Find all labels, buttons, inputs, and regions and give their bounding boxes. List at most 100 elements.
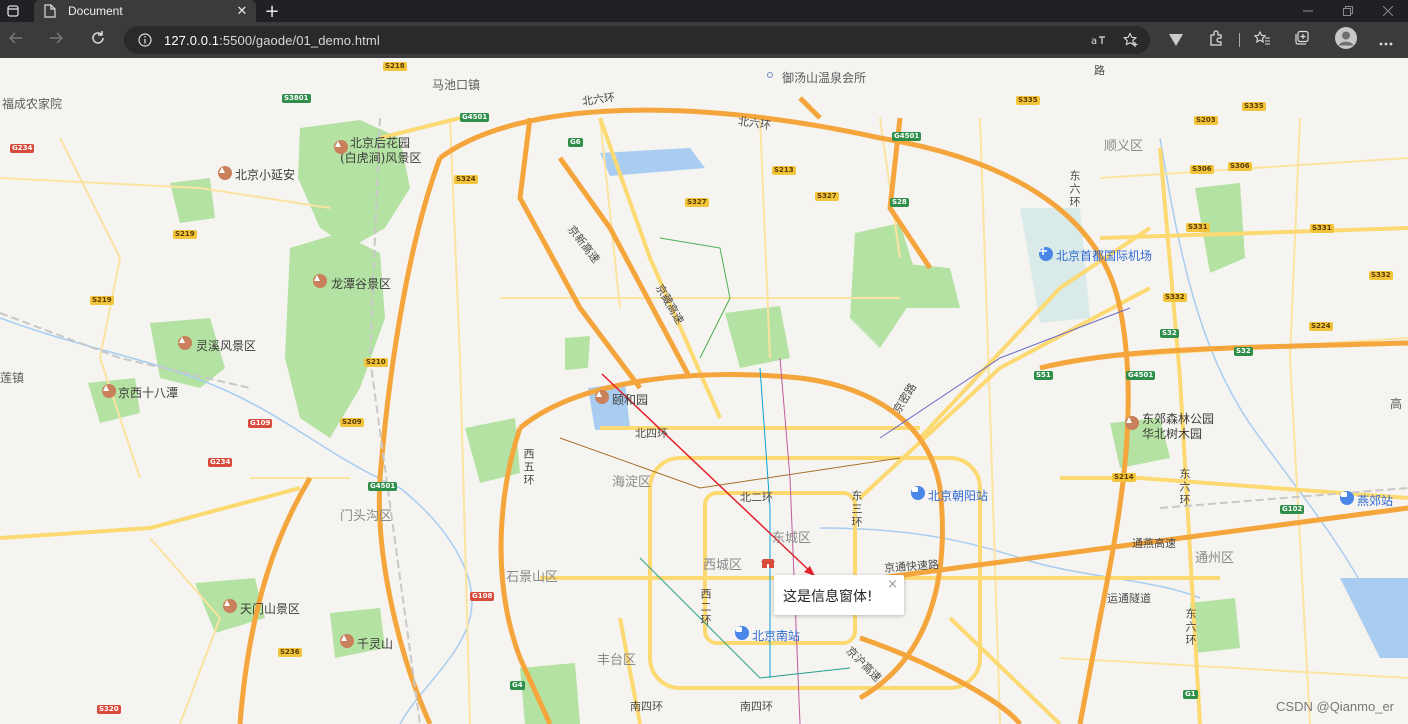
label-haidian: 海淀区 <box>612 475 652 490</box>
label-yutang: 御汤山温泉会所 <box>782 71 867 85</box>
label-machikou: 马池口镇 <box>432 78 481 92</box>
station-pin-icon[interactable] <box>735 626 749 640</box>
label-yiheyuan: 颐和园 <box>612 393 649 407</box>
route-shield: S203 <box>1194 116 1218 125</box>
label-road-yuntong: 运通隧道 <box>1107 592 1151 605</box>
scenic-pin-icon[interactable] <box>223 599 237 613</box>
refresh-icon <box>90 30 106 50</box>
label-road-dong6-a: 东六环 <box>1068 170 1081 209</box>
label-xicheng: 西城区 <box>703 558 743 573</box>
extension-v-button[interactable] <box>1162 26 1190 54</box>
label-airport: 北京首都国际机场 <box>1056 249 1153 263</box>
more-menu-button[interactable] <box>1372 26 1400 54</box>
label-yanjiao: 燕郊站 <box>1357 494 1394 508</box>
refresh-button[interactable] <box>84 26 112 54</box>
label-shunyi: 顺义区 <box>1104 139 1144 154</box>
label-road-dong6-b: 东六环 <box>1178 468 1191 507</box>
new-tab-button[interactable]: + <box>262 0 282 22</box>
label-fucheng: 福成农家院 <box>2 97 63 111</box>
back-arrow-icon <box>8 30 24 50</box>
info-window: 这是信息窗体! × <box>774 575 904 615</box>
tab-actions-button[interactable] <box>0 0 26 22</box>
minimize-button[interactable] <box>1288 0 1328 22</box>
scenic-pin-icon[interactable] <box>334 140 348 154</box>
route-shield: S331 <box>1186 223 1210 232</box>
route-shield: G109 <box>248 419 273 428</box>
route-shield: S224 <box>1309 322 1333 331</box>
extension-v-icon <box>1169 31 1183 50</box>
scenic-pin-icon[interactable] <box>313 274 327 288</box>
extensions-button[interactable] <box>1202 26 1230 54</box>
address-bar[interactable]: 127.0.0.1:5500/gaode/01_demo.html a <box>124 26 1150 54</box>
route-shield: S51 <box>1034 371 1053 380</box>
info-window-close-icon[interactable]: × <box>887 577 898 592</box>
scenic-pin-icon[interactable] <box>178 336 192 350</box>
route-shield: S335 <box>1242 102 1266 111</box>
route-shield: S306 <box>1190 165 1214 174</box>
tab-close-button[interactable]: ✕ <box>234 3 250 19</box>
label-road-lu: 路 <box>1094 64 1105 77</box>
route-shield: S218 <box>383 62 407 71</box>
route-shield: G4501 <box>1126 371 1156 380</box>
info-icon[interactable] <box>136 31 154 49</box>
station-pin-icon[interactable] <box>1340 491 1354 505</box>
route-shield: S320 <box>97 705 121 714</box>
add-favorite-icon[interactable] <box>1122 31 1140 49</box>
scenic-pin-icon[interactable] <box>595 390 609 404</box>
extensions-icon <box>1208 30 1224 50</box>
route-shield: S327 <box>685 198 709 207</box>
scenic-pin-icon[interactable] <box>1125 416 1139 430</box>
label-lingxi: 灵溪风景区 <box>196 339 257 353</box>
label-jingxi: 京西十八潭 <box>118 386 179 400</box>
route-shield: G1 <box>1183 690 1198 699</box>
label-dongjiao-2: 华北树木园 <box>1142 427 1203 441</box>
route-shield: G4501 <box>892 132 922 141</box>
maximize-button[interactable] <box>1328 0 1368 22</box>
route-shield: S3801 <box>282 94 311 103</box>
label-edge-gao: 高 <box>1390 397 1403 411</box>
collections-icon <box>1294 30 1310 50</box>
map-container[interactable]: 福成农家院 马池口镇 御汤山温泉会所 顺义区 北京后花园 (白虎涧)风景区 北京… <box>0 58 1408 724</box>
label-south-station: 北京南站 <box>752 629 801 643</box>
back-button[interactable] <box>2 26 30 54</box>
label-road-bei2: 北二环 <box>740 491 773 504</box>
route-shield: S332 <box>1369 271 1393 280</box>
label-dongcheng: 东城区 <box>772 531 812 546</box>
route-shield: S306 <box>1228 162 1252 171</box>
route-shield: S210 <box>364 358 388 367</box>
scenic-pin-icon[interactable] <box>340 634 354 648</box>
browser-title-bar: Document ✕ + <box>0 0 1408 22</box>
location-dot-icon <box>767 72 773 78</box>
profile-button[interactable] <box>1332 26 1360 54</box>
route-shield: G234 <box>208 458 233 467</box>
route-shield: G102 <box>1280 505 1305 514</box>
label-road-nan4: 南四环 <box>630 700 663 713</box>
route-shield: S335 <box>1016 96 1040 105</box>
label-road-dong6-c: 东六环 <box>1184 608 1197 647</box>
watermark: CSDN @Qianmo_er <box>1276 699 1394 714</box>
route-shield: G4 <box>510 681 525 690</box>
label-qianling: 千灵山 <box>357 637 394 651</box>
favorites-button[interactable] <box>1248 26 1276 54</box>
label-xiaoyanan: 北京小延安 <box>235 168 296 182</box>
scenic-pin-icon[interactable] <box>218 166 232 180</box>
route-shield: G4501 <box>460 113 490 122</box>
water-areas <box>588 148 1408 658</box>
airport-pin-icon[interactable] <box>1039 247 1053 261</box>
route-shield: S331 <box>1310 224 1334 233</box>
forward-button[interactable] <box>42 26 70 54</box>
station-pin-icon[interactable] <box>911 486 925 500</box>
label-shijingshan: 石景山区 <box>506 570 559 585</box>
browser-tab[interactable]: Document ✕ <box>34 0 256 22</box>
close-window-button[interactable] <box>1368 0 1408 22</box>
route-shield: S28 <box>890 198 909 207</box>
route-shield: S236 <box>278 648 302 657</box>
collections-button[interactable] <box>1288 26 1316 54</box>
label-tianmen: 天门山景区 <box>240 602 301 616</box>
scenic-pin-icon[interactable] <box>102 384 116 398</box>
read-aloud-icon[interactable]: a <box>1090 31 1108 49</box>
label-road-dong3: 东三环 <box>850 490 863 529</box>
route-shield: S219 <box>173 230 197 239</box>
route-shield: S327 <box>815 192 839 201</box>
toolbar-divider <box>1239 33 1240 47</box>
